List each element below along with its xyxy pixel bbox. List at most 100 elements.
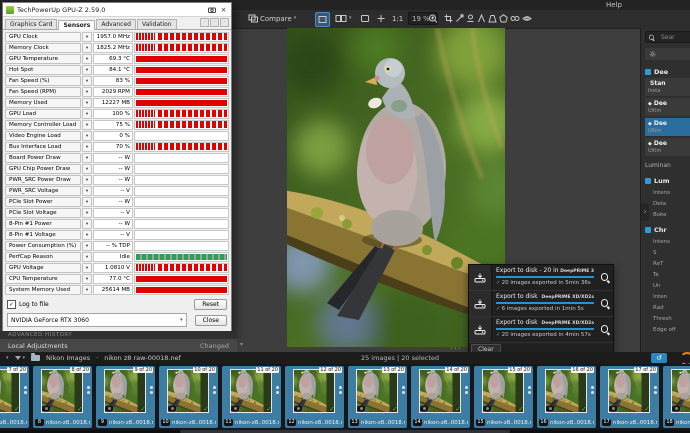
loupe-button[interactable]	[428, 12, 438, 25]
breadcrumb-folder[interactable]: Nikon Images	[46, 354, 90, 362]
chevron-down-icon[interactable]: ▾	[82, 197, 92, 207]
tab-sensors[interactable]: Sensors	[58, 20, 95, 30]
menu-help[interactable]: Help	[606, 0, 622, 10]
chevron-down-icon[interactable]: ▾	[82, 252, 92, 262]
chevron-down-icon[interactable]: ▾	[82, 263, 92, 273]
denoise-option[interactable]: ◆ Dee Ultim	[645, 118, 690, 136]
filmstrip-tile[interactable]: 8 of 20 ✓ ····· 8 nikon-z8..0018.nef	[33, 366, 92, 428]
slider-label[interactable]: Boke	[645, 212, 690, 218]
light-tab-button[interactable]: ☼	[645, 48, 690, 60]
denoise-option[interactable]: ◆ Dee Ultim	[645, 138, 690, 156]
chevron-down-icon[interactable]: ▾	[82, 131, 92, 141]
chevron-down-icon[interactable]: ▾	[82, 54, 92, 64]
setting-label[interactable]: Inten	[645, 294, 690, 300]
filmstrip-tile[interactable]: 9 of 20 ✓ ····· 9 nikon-z8..0018.nef	[96, 366, 155, 428]
chevron-down-icon[interactable]: ▾	[82, 241, 92, 251]
gpuz-mini-button[interactable]: ·	[200, 18, 209, 27]
chevron-down-icon[interactable]: ▾	[82, 65, 92, 75]
show-mask-button[interactable]	[522, 12, 532, 25]
tab-validation[interactable]: Validation	[137, 19, 177, 29]
chevron-down-icon[interactable]: ▾	[82, 285, 92, 295]
chevron-down-icon[interactable]: ▾	[82, 120, 92, 130]
chevron-down-icon[interactable]: ▾	[82, 109, 92, 119]
gpuz-mini-button[interactable]: ·	[210, 18, 219, 27]
filmstrip-tile[interactable]: 17 of 20 ✓ ····· 17 nikon-z8..0018.nef	[600, 366, 659, 428]
chevron-down-icon[interactable]: ▾	[6, 356, 9, 361]
view-single-button[interactable]	[315, 12, 330, 27]
search-input[interactable]: Sear	[645, 31, 690, 43]
log-to-file-checkbox[interactable]: ✓	[7, 300, 16, 309]
chevron-down-icon[interactable]: ▾	[82, 164, 92, 174]
setting-label[interactable]: Rad	[645, 305, 690, 311]
reset-button[interactable]: Reset	[194, 299, 227, 310]
chevron-down-icon[interactable]: ▾	[82, 142, 92, 152]
filmstrip-tile[interactable]: 11 of 20 ✓ ····· 11 nikon-z8..0018.nef	[222, 366, 281, 428]
star-rating[interactable]: ·····	[411, 412, 470, 417]
chevron-down-icon[interactable]: ▾	[82, 230, 92, 240]
chevron-down-icon[interactable]: ▾	[82, 76, 92, 86]
denoise-option[interactable]: ◆ Dee Ultim	[645, 98, 690, 116]
filmstrip-tile[interactable]: 18 of 20 ✓ ····· 18 nikon-z8..0018.nef	[663, 366, 690, 428]
filmstrip-tile[interactable]: 7 of 20 ✓ ····· 7 nikon-z8..0018.nef	[0, 366, 29, 428]
slider-label[interactable]: Deta	[645, 201, 690, 207]
gpuz-mini-button[interactable]: ·	[220, 18, 229, 27]
star-rating[interactable]: ·····	[33, 412, 92, 417]
view-exported-button[interactable]	[597, 265, 613, 290]
close-icon[interactable]: ×	[219, 5, 228, 14]
crop-tool-button[interactable]	[444, 12, 453, 25]
star-rating[interactable]: ·····	[600, 412, 659, 417]
filmstrip-tile[interactable]: 15 of 20 ✓ ····· 15 nikon-z8..0018.nef	[474, 366, 533, 428]
camera-icon[interactable]	[207, 5, 216, 14]
star-rating[interactable]: ·····	[663, 412, 690, 417]
chevron-down-icon[interactable]: ▾	[82, 186, 92, 196]
star-rating[interactable]: ·····	[96, 412, 155, 417]
link-tool-button[interactable]	[510, 12, 520, 25]
tab-graphics-card[interactable]: Graphics Card	[5, 19, 57, 29]
tab-advanced[interactable]: Advanced	[96, 19, 136, 29]
filmstrip-tile[interactable]: 16 of 20 ✓ ····· 16 nikon-z8..0018.nef	[537, 366, 596, 428]
chevron-down-icon[interactable]: ▾	[82, 87, 92, 97]
keystone-tool-button[interactable]	[488, 12, 497, 25]
horizon-tool-button[interactable]	[455, 12, 464, 25]
chevron-down-icon[interactable]: ▾	[82, 219, 92, 229]
filter-icon[interactable]	[15, 356, 21, 360]
chevron-down-icon[interactable]: ▾	[82, 43, 92, 53]
circle-arrow-button[interactable]: ↺	[651, 353, 667, 363]
checkbox-checked-icon[interactable]	[645, 69, 651, 75]
setting-label[interactable]: Edge off	[645, 327, 690, 333]
mask-tool-button[interactable]	[499, 12, 508, 25]
pan-tool-button[interactable]	[376, 12, 386, 25]
filmstrip-tile[interactable]: 10 of 20 ✓ ····· 10 nikon-z8..0018.nef	[159, 366, 218, 428]
setting-label[interactable]: Un	[645, 283, 690, 289]
chevron-down-icon[interactable]: ▾	[82, 274, 92, 284]
compare-button[interactable]: Compare ▾	[248, 12, 296, 25]
checkbox-checked-icon[interactable]	[645, 178, 651, 184]
star-rating[interactable]: ·····	[348, 412, 407, 417]
slider-label[interactable]: Intens	[645, 190, 690, 196]
slider-label[interactable]: S	[645, 250, 690, 256]
view-exported-button[interactable]	[597, 291, 613, 316]
chevron-down-icon[interactable]: ▾	[82, 98, 92, 108]
chevron-down-icon[interactable]: ▾	[349, 16, 352, 21]
gpu-device-select[interactable]: NVIDIA GeForce RTX 3060 ▾	[7, 313, 187, 327]
view-exported-button[interactable]	[597, 317, 613, 342]
one-to-one-button[interactable]: 1:1	[392, 12, 403, 25]
filmstrip-tile[interactable]: 14 of 20 ✓ ····· 14 nikon-z8..0018.nef	[411, 366, 470, 428]
filmstrip-tile[interactable]: 13 of 20 ✓ ····· 13 nikon-z8..0018.nef	[348, 366, 407, 428]
filmstrip-tile[interactable]: 12 of 20 ✓ ····· 12 nikon-z8..0018.nef	[285, 366, 344, 428]
close-button[interactable]: Close	[195, 315, 227, 326]
chevron-down-icon[interactable]: ▾	[82, 153, 92, 163]
star-rating[interactable]: ·····	[222, 412, 281, 417]
retouch-tool-button[interactable]	[466, 12, 475, 25]
chevron-down-icon[interactable]: ▾	[82, 175, 92, 185]
chevron-down-icon[interactable]: ▾	[82, 208, 92, 218]
setting-label[interactable]: ReT	[645, 261, 690, 267]
gpuz-title-bar[interactable]: TechPowerUp GPU-Z 2.59.0 ×	[3, 3, 231, 17]
star-rating[interactable]: ·····	[159, 412, 218, 417]
view-split-button[interactable]: ▾	[335, 12, 352, 25]
slider-label[interactable]: Intens	[645, 239, 690, 245]
setting-label[interactable]: Te	[645, 272, 690, 278]
advanced-history-header[interactable]: ADVANCED HISTORY	[0, 331, 237, 339]
star-rating[interactable]: ·····	[474, 412, 533, 417]
breadcrumb-file[interactable]: nikon z8 raw-00018.nef	[104, 354, 181, 362]
